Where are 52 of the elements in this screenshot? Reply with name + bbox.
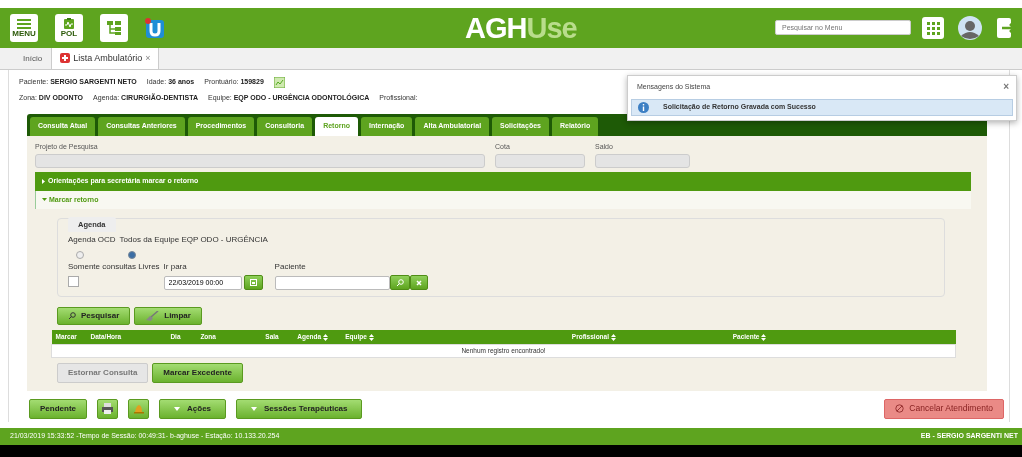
caret-icon: [174, 406, 180, 411]
radio-label: Agenda OCD: [68, 234, 116, 247]
search-icon: [68, 312, 76, 321]
caret-icon: [41, 178, 46, 184]
text-field[interactable]: [35, 154, 485, 168]
action-button[interactable]: Marcar Excedente: [152, 362, 243, 383]
close-tab-button[interactable]: ×: [145, 51, 151, 65]
radio-button[interactable]: [127, 251, 136, 260]
printer-icon: [102, 403, 113, 415]
calendar-icon: [249, 279, 257, 287]
close-icon: [415, 279, 422, 286]
pol-button[interactable]: POL: [55, 14, 83, 42]
alert-button[interactable]: [128, 398, 149, 419]
apps-grid-icon[interactable]: [922, 17, 944, 39]
radio-button[interactable]: [76, 251, 84, 260]
checkbox-label: Somente consultas Livres: [68, 262, 160, 272]
menu-button[interactable]: MENU: [10, 14, 38, 42]
bell-icon: [133, 403, 144, 415]
search-button[interactable]: Pesquisar: [57, 307, 131, 326]
field-label: Paciente: [274, 261, 307, 274]
close-button[interactable]: ×: [1003, 82, 1009, 93]
radio-label: Todos da Equipe EQP ODO - URGÊNCIA: [119, 234, 268, 247]
diagram-icon: [106, 20, 122, 36]
text-field[interactable]: [595, 154, 690, 168]
calendar-button[interactable]: [243, 275, 263, 291]
user-avatar-icon[interactable]: [958, 16, 982, 40]
info-icon: [638, 101, 649, 113]
cancel-button[interactable]: Cancelar Atendimento: [884, 398, 1004, 419]
page-tab[interactable]: Início: [14, 48, 52, 69]
search-icon: [395, 278, 404, 287]
search-button[interactable]: [389, 275, 410, 291]
text-field[interactable]: [495, 154, 585, 168]
u-app-icon[interactable]: [145, 17, 165, 39]
caret-icon: [42, 197, 47, 203]
field-label: Ir para: [163, 261, 188, 274]
chart-icon[interactable]: [273, 76, 285, 88]
app-logo: AGHUse: [465, 13, 577, 43]
print-button[interactable]: [97, 398, 118, 419]
menu-icon: [17, 18, 31, 29]
clipboard-icon: [64, 18, 74, 29]
pending-button[interactable]: Pendente: [29, 398, 87, 419]
broom-icon: [145, 311, 160, 322]
prohibited-icon: [895, 404, 905, 414]
dropdown-button[interactable]: Ações: [159, 398, 227, 419]
diagram-button[interactable]: [100, 14, 128, 42]
patient-field[interactable]: [274, 275, 390, 290]
page-tab[interactable]: Lista Ambulatório ×: [51, 46, 160, 69]
checkbox[interactable]: [68, 276, 79, 288]
clear-button[interactable]: Limpar: [134, 307, 202, 326]
dropdown-button[interactable]: Sessões Terapêuticas: [236, 398, 363, 419]
clear-button[interactable]: [409, 275, 428, 291]
caret-icon: [251, 406, 258, 411]
